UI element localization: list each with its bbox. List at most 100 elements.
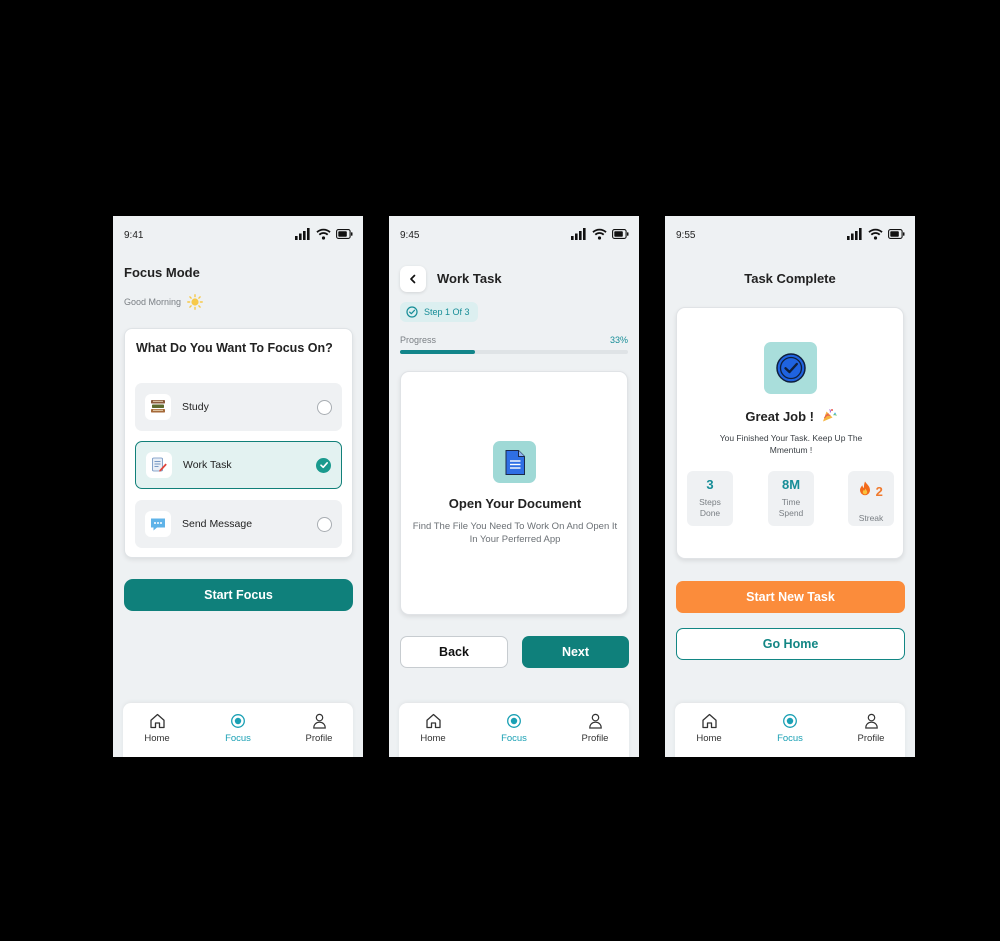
- focus-question: What Do You Want To Focus On?: [136, 341, 333, 355]
- bottom-nav: Home Focus Profile: [399, 703, 629, 757]
- radio-unchecked[interactable]: [317, 516, 332, 532]
- chat-bubble-icon: [145, 511, 171, 537]
- nav-home-label: Home: [420, 733, 446, 744]
- nav-profile-label: Profile: [581, 733, 609, 744]
- focus-icon: [231, 714, 245, 728]
- stat-label: Streak: [858, 513, 884, 523]
- battery-icon: [612, 229, 629, 239]
- status-bar: 9:55: [665, 216, 915, 256]
- step-description: Find The File You Need To Work On And Op…: [412, 521, 618, 545]
- nav-home-label: Home: [144, 733, 170, 744]
- option-send-message[interactable]: Send Message: [135, 500, 342, 548]
- nav-focus[interactable]: Focus: [494, 713, 534, 757]
- next-button[interactable]: Next: [522, 636, 629, 668]
- nav-profile-label: Profile: [857, 733, 885, 744]
- focus-mode-screen: 9:41 Focus Mode Good Morning What Do You…: [113, 216, 363, 757]
- start-new-task-button[interactable]: Start New Task: [676, 581, 905, 613]
- stat-value: 8M: [781, 477, 801, 492]
- option-study[interactable]: Study: [135, 383, 342, 431]
- bottom-nav: Home Focus Profile: [675, 703, 905, 757]
- check-badge-icon: [764, 342, 817, 394]
- status-bar: 9:41: [113, 216, 363, 256]
- progress-bar: [400, 350, 628, 354]
- stat-label: Steps Done: [699, 497, 721, 518]
- completion-card: Great Job ! You Finished Your Task. Keep…: [676, 307, 904, 559]
- profile-icon: [864, 713, 878, 729]
- option-label: Work Task: [183, 459, 232, 471]
- fire-icon: [860, 481, 871, 496]
- step-card: Open Your Document Find The File You Nee…: [400, 371, 628, 615]
- nav-home[interactable]: Home: [413, 713, 453, 757]
- party-popper-icon: [822, 409, 837, 422]
- back-arrow-button[interactable]: [400, 266, 426, 292]
- radio-checked-icon[interactable]: [316, 457, 331, 473]
- progress-percent: 33%: [609, 335, 628, 345]
- back-button[interactable]: Back: [400, 636, 508, 668]
- start-focus-button[interactable]: Start Focus: [124, 579, 353, 611]
- wifi-icon: [868, 228, 883, 240]
- greeting-text: Good Morning: [124, 297, 182, 307]
- battery-icon: [888, 229, 905, 239]
- stat-time-spend: 8M Time Spend: [768, 471, 814, 526]
- nav-home-label: Home: [696, 733, 722, 744]
- nav-focus-label: Focus: [501, 733, 527, 744]
- home-icon: [149, 713, 165, 729]
- nav-focus[interactable]: Focus: [218, 713, 258, 757]
- signal-icon: [295, 228, 310, 240]
- document-icon: [493, 441, 536, 483]
- nav-home[interactable]: Home: [137, 713, 177, 757]
- status-time: 9:55: [676, 230, 696, 241]
- option-label: Send Message: [182, 518, 253, 530]
- stat-value: 2: [875, 484, 883, 499]
- status-bar: 9:45: [389, 216, 639, 256]
- focus-icon: [783, 714, 797, 728]
- nav-profile[interactable]: Profile: [575, 713, 615, 757]
- completion-description: You Finished Your Task. Keep Up The Mmen…: [719, 433, 863, 455]
- profile-icon: [588, 713, 602, 729]
- task-complete-screen: 9:55 Task Complete Great Job ! You Finis…: [665, 216, 915, 757]
- progress-fill: [400, 350, 476, 354]
- page-title: Focus Mode: [124, 265, 200, 280]
- status-time: 9:45: [400, 230, 420, 241]
- progress-label: Progress: [400, 335, 437, 345]
- signal-icon: [847, 228, 862, 240]
- home-icon: [425, 713, 441, 729]
- nav-focus-label: Focus: [777, 733, 803, 744]
- stat-value: 3: [706, 477, 714, 492]
- focus-options-card: What Do You Want To Focus On? Study Work…: [124, 328, 353, 558]
- profile-icon: [312, 713, 326, 729]
- page-title: Work Task: [437, 271, 502, 286]
- page-title: Task Complete: [744, 271, 836, 286]
- nav-focus[interactable]: Focus: [770, 713, 810, 757]
- nav-focus-label: Focus: [225, 733, 251, 744]
- option-work-task[interactable]: Work Task: [135, 441, 342, 489]
- wifi-icon: [316, 228, 331, 240]
- wifi-icon: [592, 228, 607, 240]
- nav-home[interactable]: Home: [689, 713, 729, 757]
- completion-title-text: Great Job !: [745, 409, 814, 424]
- work-task-screen: 9:45 Work Task Step 1 Of 3 Progress 33% …: [389, 216, 639, 757]
- focus-icon: [507, 714, 521, 728]
- home-icon: [701, 713, 717, 729]
- sun-icon: [187, 294, 203, 310]
- battery-icon: [336, 229, 353, 239]
- bottom-nav: Home Focus Profile: [123, 703, 353, 757]
- nav-profile[interactable]: Profile: [299, 713, 339, 757]
- go-home-button[interactable]: Go Home: [676, 628, 905, 660]
- greeting: Good Morning: [124, 294, 203, 310]
- check-circle-icon: [406, 306, 418, 318]
- step-title: Open Your Document: [448, 496, 582, 511]
- stat-label: Time Spend: [778, 497, 804, 518]
- nav-profile-label: Profile: [305, 733, 333, 744]
- chevron-left-icon: [410, 274, 416, 284]
- radio-unchecked[interactable]: [317, 399, 332, 415]
- stat-streak: 2 Streak: [848, 471, 894, 526]
- step-badge: Step 1 Of 3: [400, 302, 478, 322]
- signal-icon: [571, 228, 586, 240]
- completion-title: Great Job !: [677, 407, 905, 424]
- step-badge-text: Step 1 Of 3: [424, 307, 470, 317]
- books-icon: [145, 394, 171, 420]
- nav-profile[interactable]: Profile: [851, 713, 891, 757]
- stat-steps-done: 3 Steps Done: [687, 471, 733, 526]
- status-time: 9:41: [124, 230, 144, 241]
